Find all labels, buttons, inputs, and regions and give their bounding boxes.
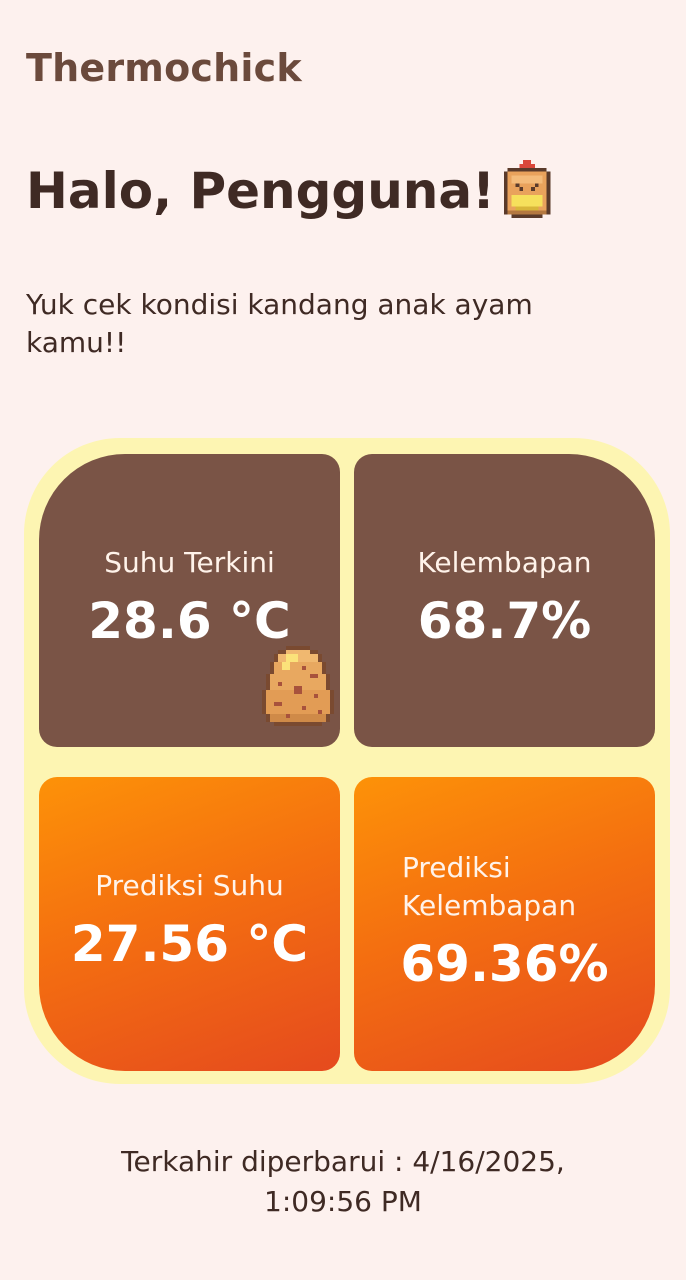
current-temperature-label: Suhu Terkini [104, 546, 275, 579]
predicted-temperature-label: Prediksi Suhu [95, 869, 284, 902]
predicted-humidity-label: Prediksi Kelembapan [402, 851, 577, 922]
current-humidity-card: Kelembapan 68.7% [354, 454, 655, 747]
last-updated-time: 1:09:56 PM [264, 1185, 422, 1218]
current-humidity-label: Kelembapan [417, 546, 592, 579]
predicted-temperature-card: Prediksi Suhu 27.56 °C [39, 777, 340, 1071]
subtitle: Yuk cek kondisi kandang anak ayam kamu!! [26, 288, 533, 359]
predicted-temperature-value: 27.56 °C [70, 915, 309, 973]
last-updated-label: Terkahir diperbarui : 4/16/2025, [121, 1145, 565, 1178]
predicted-humidity-value: 69.36% [400, 935, 609, 993]
greeting-heading: Halo, Pengguna! [26, 160, 555, 222]
last-updated: Terkahir diperbarui : 4/16/2025, 1:09:56… [0, 1142, 686, 1222]
egg-icon [257, 646, 339, 730]
predicted-humidity-card: Prediksi Kelembapan 69.36% [354, 777, 655, 1071]
current-humidity-value: 68.7% [417, 592, 592, 650]
current-temperature-value: 28.6 °C [88, 592, 291, 650]
current-temperature-card: Suhu Terkini 28.6 °C [39, 454, 340, 747]
greeting-text: Halo, Pengguna! [26, 162, 495, 220]
chick-icon [499, 160, 555, 222]
app-title: Thermochick [26, 46, 302, 90]
